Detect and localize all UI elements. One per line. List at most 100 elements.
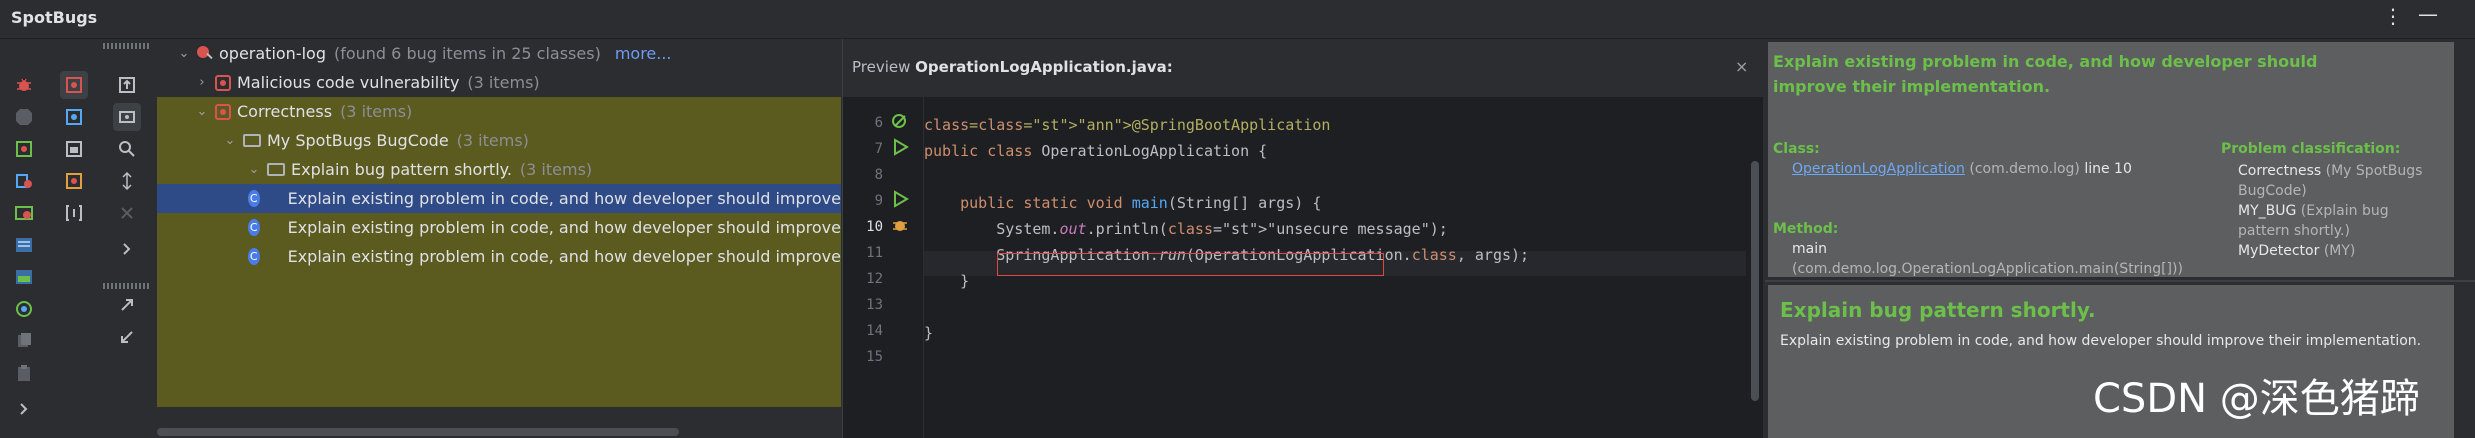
analyze-scope-icon[interactable] [10,231,38,259]
expand-all-icon[interactable] [113,167,141,195]
preview-icon[interactable] [113,103,141,131]
copy-icon[interactable] [10,327,38,355]
method-label: Method: [1773,221,1839,237]
minimize-icon[interactable]: — [2418,2,2438,26]
export-icon[interactable] [113,291,141,319]
code-line: System.out.println(class="st">"unsecure … [924,220,1448,238]
line-number: 12 [866,271,883,287]
bug-instance-row[interactable]: C Explain existing problem in code, and … [157,184,841,213]
close-icon[interactable]: × [1735,57,1748,76]
analyze-bug-icon[interactable] [10,71,38,99]
class-icon: C [247,219,260,236]
more-options-icon[interactable]: ⋮ [2383,4,2403,28]
code-line: public static void main(String[] args) { [960,194,1322,212]
problem-item: Correctness (My SpotBugs BugCode) [2238,163,2423,199]
pattern-label: Explain bug pattern shortly. [291,160,512,179]
preview-header: Preview OperationLogApplication.java: × [843,39,1763,97]
root-label: operation-log [219,44,326,63]
group-by-class-icon[interactable] [60,103,88,131]
search-icon[interactable] [113,135,141,163]
bug-highlight-box [997,253,1384,276]
group-by-category-icon[interactable] [60,71,88,99]
tree-pattern-row[interactable]: ⌄ Explain bug pattern shortly. (3 items) [157,155,841,184]
category-count: (3 items) [340,102,413,121]
next-icon[interactable] [113,235,141,263]
bug-instance-label: Explain existing problem in code, and ho… [287,189,841,208]
analyze-project-icon[interactable] [10,199,38,227]
tree-bugcode-row[interactable]: ⌄ My SpotBugs BugCode (3 items) [157,126,841,155]
preview-vertical-scrollbar[interactable] [1751,161,1759,401]
chevron-down-icon[interactable]: ⌄ [223,133,237,148]
group-by-rank-icon[interactable] [60,199,88,227]
folder-icon [267,163,285,176]
chevron-down-icon[interactable]: ⌄ [177,46,191,61]
more-link[interactable]: more... [615,44,672,63]
line-number: 15 [866,349,883,365]
stop-icon[interactable] [10,103,38,131]
preview-title: Preview OperationLogApplication.java: [852,58,1173,76]
code-line: class=class="st">"ann">@SpringBootApplic… [924,116,1331,134]
bug-tree: ⌄ operation-log (found 6 bug items in 25… [157,39,841,438]
panel-divider[interactable] [1765,280,2475,282]
clipboard-icon[interactable] [10,359,38,387]
method-signature: (com.demo.log.OperationLogApplication.ma… [1792,261,2183,277]
clear-icon[interactable] [113,199,141,227]
category-bug-icon [215,74,231,91]
method-name: main [1792,241,1827,257]
line-number: 14 [866,323,883,339]
pattern-title: Explain bug pattern shortly. [1780,298,2096,322]
tool-window-header: SpotBugs ⋮ — [0,0,2475,39]
run-icon[interactable] [891,138,909,156]
class-info: OperationLogApplication (com.demo.log) l… [1792,161,2132,177]
settings-icon[interactable] [10,295,38,323]
chevron-down-icon[interactable]: ⌄ [195,104,209,119]
import-icon[interactable] [113,323,141,351]
analyze-package-icon[interactable] [10,263,38,291]
bug-instance-label: Explain existing problem in code, and ho… [287,247,841,266]
line-number: 13 [866,297,883,313]
chevron-down-icon[interactable]: ⌄ [247,162,261,177]
toolbar-grip [103,43,151,49]
bug-marker-icon[interactable] [891,216,909,234]
analyze-changed-files-icon[interactable] [10,167,38,195]
code-line: } [924,324,934,342]
group-by-package-icon[interactable] [60,135,88,163]
pattern-description: Explain existing problem in code, and ho… [1780,333,2422,349]
category-bug-icon [215,103,231,120]
toolbar [0,39,155,438]
tree-root[interactable]: ⌄ operation-log (found 6 bug items in 25… [157,39,841,68]
class-icon: C [247,190,260,207]
analyze-module-icon[interactable] [10,135,38,163]
scroll-to-source-icon[interactable] [113,71,141,99]
preview-panel: Preview OperationLogApplication.java: × … [842,39,1763,438]
category-label: Correctness [237,102,333,121]
toolbar-grip [103,283,151,289]
bugcode-label: My SpotBugs BugCode [267,131,449,150]
tree-category-row[interactable]: › Malicious code vulnerability (3 items) [157,68,841,97]
spring-bean-icon[interactable] [891,112,909,130]
expand-toolbar-icon[interactable] [10,395,38,423]
line-number: 10 [866,219,883,235]
chevron-right-icon[interactable]: › [195,75,209,90]
line-gutter: 6 7 8 9 10 11 12 13 14 15 [843,97,924,438]
category-label: Malicious code vulnerability [237,73,460,92]
group-by-priority-icon[interactable] [60,167,88,195]
bugcode-count: (3 items) [456,131,529,150]
run-icon[interactable] [891,190,909,208]
root-summary: (found 6 bug items in 25 classes) [333,44,601,63]
problem-item: MY_BUG (Explain bug pattern shortly.) [2238,203,2389,239]
tree-highlight-area [157,271,841,407]
tool-window-title: SpotBugs [11,8,98,27]
bug-instance-label: Explain existing problem in code, and ho… [287,218,841,237]
tree-category-row[interactable]: ⌄ Correctness (3 items) [157,97,841,126]
bug-instance-row[interactable]: C Explain existing problem in code, and … [157,242,841,271]
tree-horizontal-scrollbar[interactable] [157,428,679,436]
problem-label: Problem classification: [2221,141,2401,157]
bug-instance-row[interactable]: C Explain existing problem in code, and … [157,213,841,242]
category-count: (3 items) [467,73,540,92]
class-link[interactable]: OperationLogApplication [1792,161,1965,177]
watermark: CSDN @深色猪蹄 [2093,376,2420,422]
line-number: 6 [874,115,883,131]
project-bug-icon [197,45,213,62]
pattern-count: (3 items) [519,160,593,179]
